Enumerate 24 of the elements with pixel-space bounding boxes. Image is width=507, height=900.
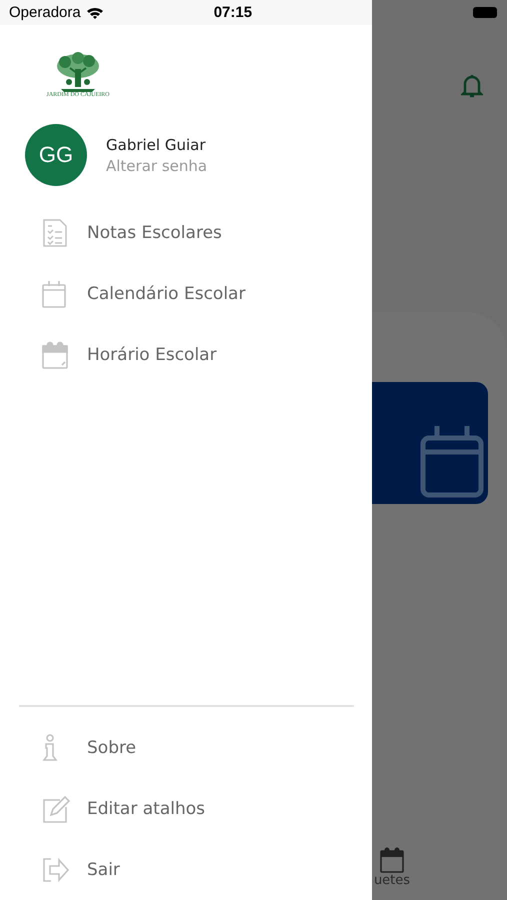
menu-item[interactable]: Calendário Escolar	[0, 263, 372, 324]
tab-label[interactable]: uetes	[374, 873, 410, 888]
avatar: GG	[25, 124, 87, 186]
checklist-icon	[42, 218, 68, 246]
calendar-icon	[42, 280, 66, 308]
shortcut-card[interactable]	[372, 382, 488, 504]
calendar-icon	[420, 424, 484, 498]
carrier-label: Operadora	[9, 4, 81, 21]
menu-item[interactable]: Sobre	[0, 717, 372, 778]
calendar-icon[interactable]	[380, 847, 404, 873]
menu-item[interactable]: Notas Escolares	[0, 202, 372, 263]
menu-item[interactable]: Horário Escolar	[0, 324, 372, 385]
menu-item[interactable]: Editar atalhos	[0, 778, 372, 839]
info-icon	[42, 734, 58, 762]
tree-logo-icon	[55, 52, 101, 92]
user-name: Gabriel Guiar	[106, 136, 206, 154]
exit-icon	[42, 856, 70, 882]
clock: 07:15	[214, 4, 252, 21]
bell-icon[interactable]	[461, 74, 483, 98]
wifi-icon	[86, 6, 104, 19]
edit-icon	[42, 794, 72, 822]
battery-icon	[473, 7, 497, 18]
calendar-icon	[42, 340, 68, 368]
menu-item[interactable]: Sair	[0, 839, 372, 900]
